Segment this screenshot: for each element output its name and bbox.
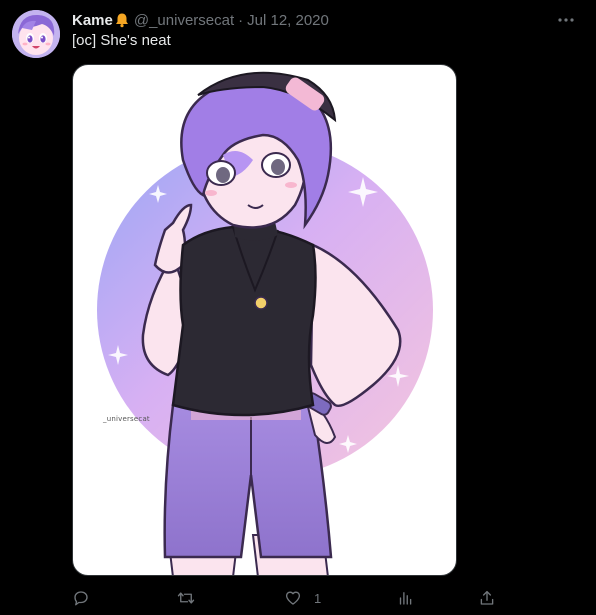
like-count: 1	[314, 590, 322, 606]
display-name[interactable]: Kame	[72, 12, 113, 29]
retweet-icon	[177, 592, 195, 604]
share-button[interactable]	[478, 588, 496, 608]
tweet-media-image[interactable]: _universecat	[72, 64, 457, 576]
reply-button[interactable]	[72, 588, 102, 608]
avatar[interactable]	[12, 10, 60, 58]
bar-chart-icon	[399, 592, 412, 605]
retweet-button[interactable]	[177, 588, 207, 608]
views-button[interactable]	[396, 588, 426, 608]
more-horizontal-icon	[558, 18, 574, 22]
tweet-actions: 1	[72, 588, 502, 608]
share-icon	[480, 590, 494, 605]
artwork-illustration	[97, 71, 433, 575]
avatar-image	[12, 10, 60, 58]
reply-icon	[74, 591, 88, 606]
like-button[interactable]: 1	[284, 588, 321, 608]
artist-watermark: _universecat	[103, 415, 150, 423]
separator-dot: ·	[238, 11, 244, 29]
tweet-text: [oc] She's neat	[72, 32, 171, 49]
timestamp[interactable]: Jul 12, 2020	[247, 12, 329, 29]
tweet-header: Kame @_universecat · Jul 12, 2020	[72, 10, 329, 30]
more-button[interactable]	[554, 9, 578, 31]
handle[interactable]: @_universecat	[134, 12, 234, 29]
tweet[interactable]: Kame @_universecat · Jul 12, 2020 [oc] S…	[0, 0, 596, 615]
bell-icon	[114, 12, 130, 28]
heart-icon	[285, 591, 301, 605]
